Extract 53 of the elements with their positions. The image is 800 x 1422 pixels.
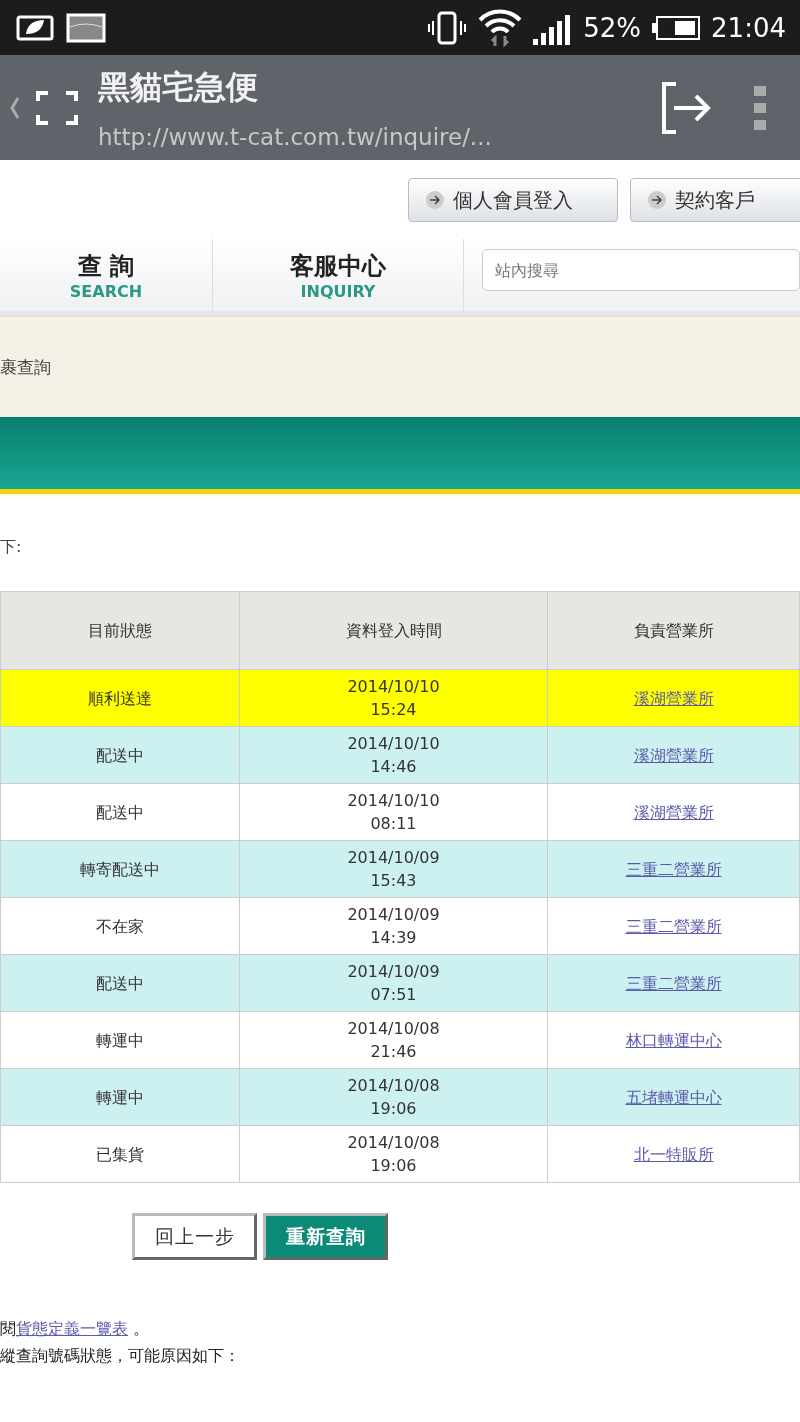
arrow-circle-icon — [647, 190, 667, 210]
nav-label[interactable]: 查 詢 — [77, 249, 135, 282]
clock-time: 21:04 — [711, 12, 786, 43]
breadcrumb-text: 裹查詢 — [0, 355, 51, 379]
datetime-cell: 2014/10/09 15:43 — [239, 840, 548, 898]
status-cell: 已集貨 — [0, 1125, 240, 1183]
status-cell: 配送中 — [0, 726, 240, 784]
office-link[interactable]: 溪湖營業所 — [633, 802, 714, 822]
office-link[interactable]: 三重二營業所 — [625, 859, 722, 879]
datetime-cell: 2014/10/08 19:06 — [239, 1125, 548, 1183]
note-text: 縱查詢號碼狀態，可能原因如下： — [0, 1345, 241, 1367]
office-link[interactable]: 溪湖營業所 — [633, 745, 714, 765]
page-title: 黑貓宅急便 — [98, 66, 259, 108]
note-text: 閱貨態定義一覽表 。 — [0, 1318, 151, 1340]
intro-text: 下: — [0, 537, 22, 558]
battery-icon — [651, 14, 702, 41]
datetime-cell: 2014/10/08 19:06 — [239, 1068, 548, 1126]
search-again-button[interactable]: 重新查詢 — [263, 1213, 388, 1260]
leaf-notification-icon — [14, 13, 56, 42]
login-button[interactable]: 契約客戶 — [630, 178, 800, 222]
nav-label[interactable]: 客服中心 — [290, 249, 386, 282]
login-button[interactable]: 個人會員登入 — [408, 178, 618, 222]
status-cell: 配送中 — [0, 954, 240, 1012]
back-button[interactable]: 回上一步 — [132, 1213, 257, 1260]
image-notification-icon — [66, 12, 106, 43]
status-cell: 轉運中 — [0, 1011, 240, 1069]
battery-percentage: 52% — [583, 12, 642, 43]
datetime-cell: 2014/10/10 14:46 — [239, 726, 548, 784]
column-header: 目前狀態 — [0, 591, 240, 670]
status-cell: 順利送達 — [0, 669, 240, 727]
url-text[interactable]: http://www.t-cat.com.tw/inquire/... — [98, 123, 642, 150]
office-link[interactable]: 溪湖營業所 — [633, 688, 714, 708]
datetime-cell: 2014/10/10 15:24 — [239, 669, 548, 727]
datetime-cell: 2014/10/09 14:39 — [239, 897, 548, 955]
status-cell: 不在家 — [0, 897, 240, 955]
arrow-circle-icon — [425, 190, 445, 210]
office-link[interactable]: 三重二營業所 — [625, 973, 722, 993]
column-header: 資料登入時間 — [239, 591, 548, 670]
datetime-cell: 2014/10/10 08:11 — [239, 783, 548, 841]
status-cell: 配送中 — [0, 783, 240, 841]
office-link[interactable]: 三重二營業所 — [625, 916, 722, 936]
office-link[interactable]: 林口轉運中心 — [625, 1030, 722, 1050]
office-link[interactable]: 北一特販所 — [633, 1144, 714, 1164]
vibrate-icon — [427, 10, 468, 45]
office-link[interactable]: 五堵轉運中心 — [625, 1087, 722, 1107]
status-cell: 轉運中 — [0, 1068, 240, 1126]
datetime-cell: 2014/10/09 07:51 — [239, 954, 548, 1012]
column-header: 負責營業所 — [547, 591, 800, 670]
datetime-cell: 2014/10/08 21:46 — [239, 1011, 548, 1069]
search-field[interactable]: 站內搜尋 — [482, 249, 800, 291]
wifi-icon — [477, 7, 524, 48]
status-cell: 轉寄配送中 — [0, 840, 240, 898]
definition-link[interactable]: 貨態定義一覽表 — [16, 1319, 128, 1338]
